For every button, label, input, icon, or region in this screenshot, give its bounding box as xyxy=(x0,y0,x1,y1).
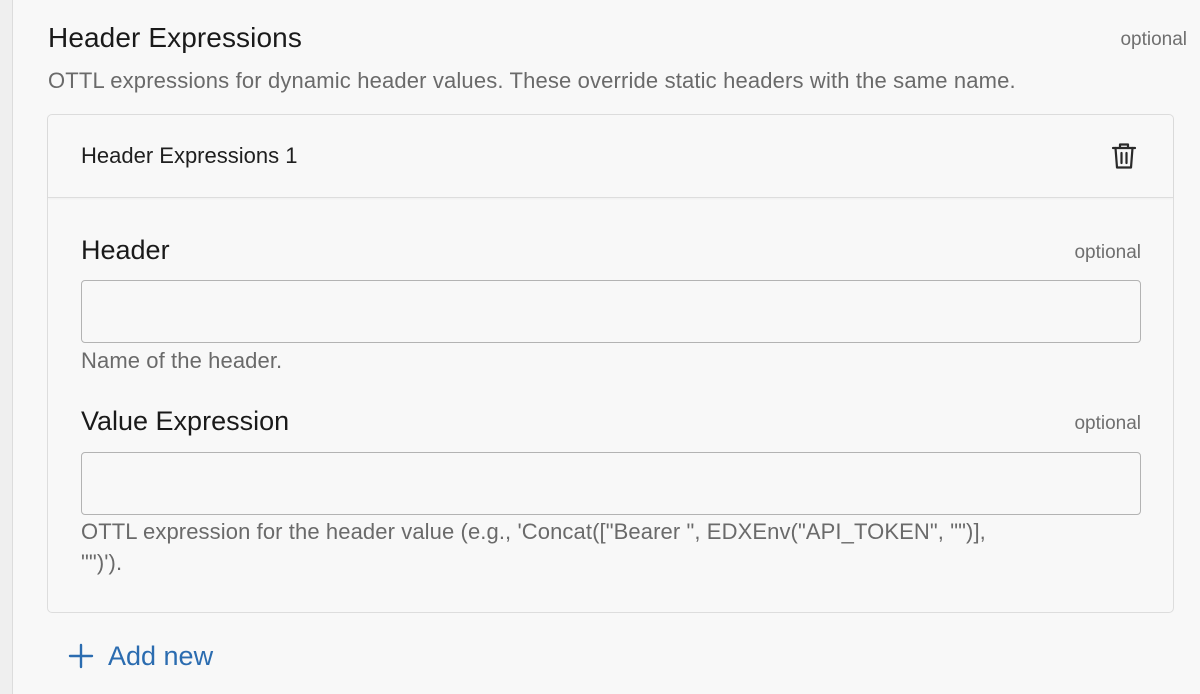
section-description: OTTL expressions for dynamic header valu… xyxy=(48,68,1016,93)
trash-icon[interactable] xyxy=(1111,142,1137,170)
section-title: Header Expressions xyxy=(48,22,302,53)
header-expression-item: Header Expressions 1 Header optional Nam… xyxy=(47,114,1174,613)
value-expression-input[interactable] xyxy=(81,452,1141,515)
value-expression-help-line-2: "")'). xyxy=(81,550,123,575)
header-field-label: Header xyxy=(81,235,170,265)
header-help-text: Name of the header. xyxy=(81,348,283,373)
value-expression-field-label: Value Expression xyxy=(81,406,290,436)
item-title: Header Expressions 1 xyxy=(81,143,298,168)
value-expression-optional-label: optional xyxy=(1074,413,1141,434)
plus-icon xyxy=(68,643,94,669)
add-new-label: Add new xyxy=(108,640,214,671)
header-optional-label: optional xyxy=(1074,242,1141,263)
header-input[interactable] xyxy=(81,280,1141,343)
item-header[interactable]: Header Expressions 1 xyxy=(48,115,1173,198)
add-new-button[interactable]: Add new xyxy=(68,636,213,676)
section-header: Header Expressions optional xyxy=(48,20,1187,60)
header-expressions-panel: Header Expressions optional OTTL express… xyxy=(12,0,1200,694)
value-expression-help-text: OTTL expression for the header value (e.… xyxy=(81,516,1151,578)
value-expression-help-line-1: OTTL expression for the header value (e.… xyxy=(81,519,986,544)
section-optional-label: optional xyxy=(1120,29,1187,50)
